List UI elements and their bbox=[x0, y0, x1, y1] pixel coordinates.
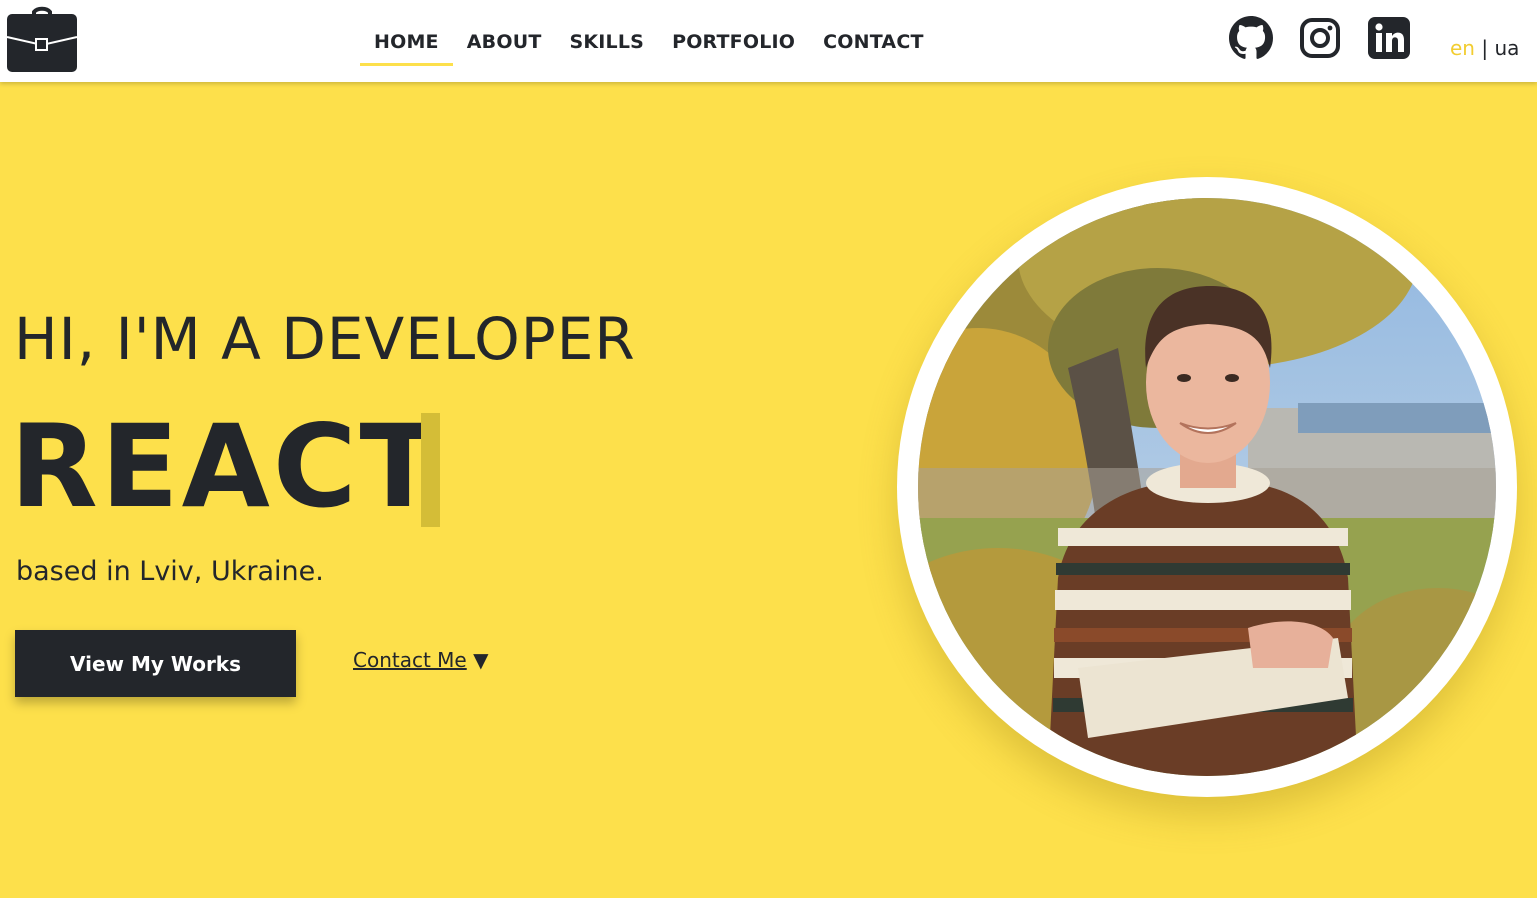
nav-item-contact[interactable]: CONTACT bbox=[809, 0, 938, 82]
hero-intro-heading: HI, I'M A DEVELOPER bbox=[14, 305, 636, 373]
contact-me-label: Contact Me bbox=[353, 648, 467, 672]
lang-separator: | bbox=[1474, 36, 1495, 60]
nav-item-portfolio[interactable]: PORTFOLIO bbox=[658, 0, 809, 82]
language-switcher: en | ua bbox=[1450, 36, 1519, 60]
triangle-down-icon: ▼ bbox=[473, 648, 489, 672]
hero-typed-word: REACT bbox=[10, 400, 441, 533]
view-my-works-button[interactable]: View My Works bbox=[15, 630, 296, 697]
nav-item-about[interactable]: ABOUT bbox=[453, 0, 556, 82]
github-icon[interactable] bbox=[1229, 16, 1273, 60]
linkedin-icon[interactable] bbox=[1367, 16, 1411, 60]
nav-item-home[interactable]: HOME bbox=[360, 0, 453, 82]
main-nav: HOME ABOUT SKILLS PORTFOLIO CONTACT bbox=[360, 0, 938, 82]
lang-ua-link[interactable]: ua bbox=[1494, 36, 1519, 60]
lang-en-link[interactable]: en bbox=[1450, 36, 1475, 60]
instagram-icon[interactable] bbox=[1298, 16, 1342, 60]
site-header: HOME ABOUT SKILLS PORTFOLIO CONTACT en |… bbox=[0, 0, 1537, 82]
hero-location: based in Lviv, Ukraine. bbox=[16, 556, 324, 587]
contact-me-link[interactable]: Contact Me ▼ bbox=[353, 648, 488, 672]
typing-cursor bbox=[421, 413, 440, 527]
briefcase-icon[interactable] bbox=[6, 3, 78, 73]
nav-item-skills[interactable]: SKILLS bbox=[555, 0, 658, 82]
profile-photo-frame bbox=[897, 177, 1517, 797]
profile-photo bbox=[918, 198, 1496, 776]
